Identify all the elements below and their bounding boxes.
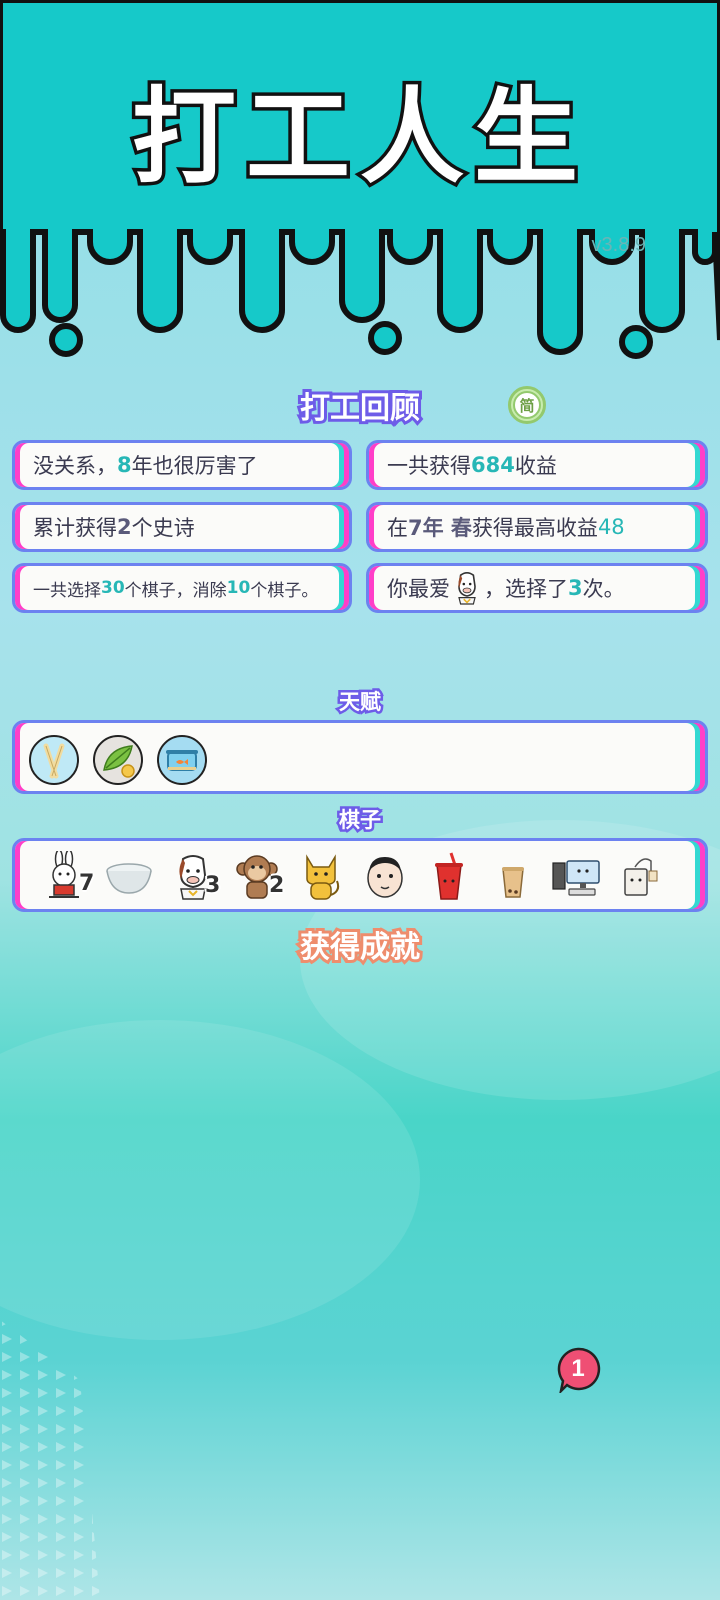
computer-icon[interactable] xyxy=(551,851,603,903)
card-value: 48 xyxy=(597,515,625,539)
drip-drop xyxy=(49,323,83,357)
pieces-shelf: 7 3 2 xyxy=(12,838,708,912)
card-year: 7年 春 xyxy=(408,516,472,540)
card-text: 年也很厉害了 xyxy=(131,454,258,478)
card-text: 一共获得 xyxy=(387,454,471,478)
teabag-icon[interactable] xyxy=(615,851,667,903)
piece-count-badge: 3 xyxy=(205,873,221,898)
talent-shelf xyxy=(12,720,708,794)
drip-drop xyxy=(619,325,653,359)
card-text: 收益 xyxy=(514,454,557,478)
fishbowl-icon[interactable] xyxy=(157,735,207,785)
review-card-favorite: 你最爱 ，选择了 3 次。 xyxy=(366,563,708,613)
card-text: 获得最高收益 xyxy=(471,516,598,540)
review-card-years: 没关系， 8 年也很厉害了 xyxy=(12,440,352,490)
face-icon[interactable] xyxy=(359,851,411,903)
card-text: ，选择了 xyxy=(484,577,568,601)
card-text: 没关系， xyxy=(33,454,117,478)
card-text: 在 xyxy=(387,516,408,540)
card-text: 次。 xyxy=(582,577,625,601)
horse-icon xyxy=(458,572,476,605)
achievements-section-title: 获得成就 xyxy=(297,927,423,968)
card-value: 10 xyxy=(226,578,251,598)
card-text: 个棋子，消除 xyxy=(124,580,227,601)
piece-count-badge: 7 xyxy=(79,871,95,896)
piece-count-badge: 2 xyxy=(269,873,285,898)
card-text: 个史诗 xyxy=(131,516,195,540)
card-value: 30 xyxy=(101,578,125,598)
card-text: 累计获得 xyxy=(33,516,117,540)
simplified-toggle-button[interactable]: 简 xyxy=(508,386,546,424)
drip-drop xyxy=(368,321,402,355)
soda-cup-icon[interactable] xyxy=(423,851,475,903)
card-text: 你最爱 xyxy=(387,577,450,601)
talent-section-title: 天赋 xyxy=(337,688,384,717)
notification-bubble[interactable]: 1 xyxy=(555,1347,601,1395)
milk-tea-icon[interactable] xyxy=(487,851,539,903)
card-value: 2 xyxy=(117,515,132,539)
chopsticks-icon[interactable] xyxy=(29,735,79,785)
leaf-coin-icon[interactable] xyxy=(93,735,143,785)
review-card-best-income: 在 7年 春 获得最高收益 48 xyxy=(366,502,708,552)
notification-count: 1 xyxy=(571,1355,585,1382)
bowl-icon[interactable] xyxy=(103,851,155,903)
simplified-label: 简 xyxy=(513,391,541,419)
review-card-epics: 累计获得 2 个史诗 xyxy=(12,502,352,552)
card-text: 个棋子。 xyxy=(250,580,319,601)
review-card-total-income: 一共获得 684 收益 xyxy=(366,440,708,490)
card-value: 3 xyxy=(568,576,583,600)
review-card-pieces: 一共选择 30 个棋子，消除 10 个棋子。 xyxy=(12,563,352,613)
card-text: 一共选择 xyxy=(33,580,101,601)
pieces-section-title: 棋子 xyxy=(337,806,384,835)
version-label: v3.8.9 xyxy=(591,234,646,256)
review-section-title: 打工回顾 xyxy=(297,388,423,429)
app-title: 打工人生 xyxy=(128,73,588,202)
card-value: 684 xyxy=(471,453,515,477)
cat-icon[interactable] xyxy=(295,851,347,903)
card-value: 8 xyxy=(117,453,132,477)
